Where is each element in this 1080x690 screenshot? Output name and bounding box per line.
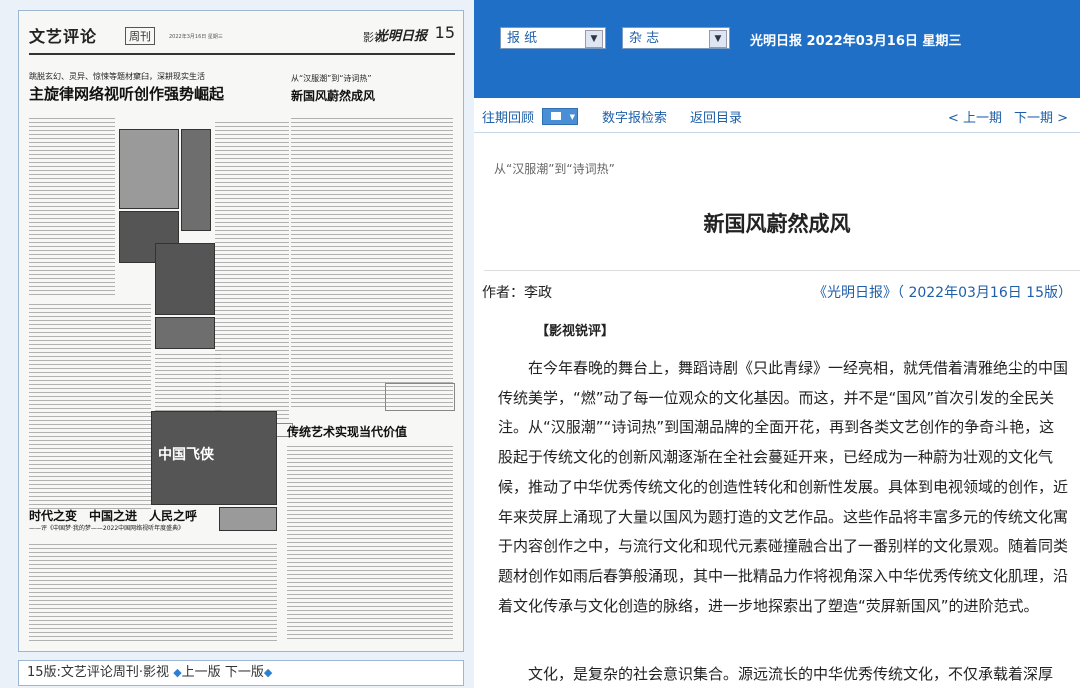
archive-link[interactable]: 往期回顾	[482, 107, 534, 126]
magazine-select[interactable]: 杂 志 ▼	[622, 27, 730, 49]
diamond-left-icon: ◆	[173, 666, 182, 679]
bottom-body-text	[29, 541, 277, 643]
article-title: 新国风蔚然成风	[703, 212, 851, 236]
prev-page-link[interactable]: 上一版	[182, 665, 221, 680]
lead-body-text	[29, 115, 115, 295]
page-label: 15版:文艺评论周刊·影视	[27, 665, 170, 680]
article: 从“汉服潮”到“诗词热” 新国风蔚然成风 作者：李政 《光明日报》（ 2022年…	[474, 132, 1080, 688]
prev-issue-link[interactable]: < 上一期	[948, 107, 1002, 126]
mid-body-text	[291, 115, 453, 407]
article-section: 【影视锐评】	[536, 324, 615, 339]
bottom-subheadline: ——评《中国梦·我的梦——2022中国网络视听年度盛典》	[29, 525, 185, 532]
paragraph-2: 文化，是复杂的社会意识集合。源远流长的中华优秀传统文化，不仅承载着深厚	[528, 665, 1054, 683]
lower-headline[interactable]: 传统艺术实现当代价值	[287, 423, 407, 440]
page-masthead: 文艺评论 周刊 2022年3月16日 星期三 影视 光明日报 15	[29, 19, 455, 55]
lead-body-text-2	[29, 301, 151, 509]
lead-body-text-4	[215, 119, 289, 419]
bottom-headline[interactable]: 时代之变 中国之进 人民之呼	[29, 507, 197, 524]
next-issue-link[interactable]: 下一期 >	[1014, 107, 1068, 126]
newspaper-select[interactable]: 报 纸 ▼	[500, 27, 606, 49]
lead-photo-5	[155, 317, 215, 349]
nav-row: 往期回顾 ▼ 数字报检索 返回目录 < 上一期 下一期 >	[474, 98, 1080, 133]
newspaper-pane: 文艺评论 周刊 2022年3月16日 星期三 影视 光明日报 15 跳脱玄幻、灵…	[0, 0, 474, 688]
lead-photo-3	[181, 129, 211, 231]
photo-caption: 中国飞侠	[158, 447, 214, 463]
page-nav-bar: 15版:文艺评论周刊·影视 ◆上一版 下一版◆	[18, 660, 464, 686]
newspaper-logo: 光明日报	[374, 29, 427, 44]
divider	[484, 270, 1080, 271]
mid-headline[interactable]: 新国风蔚然成风	[291, 87, 375, 104]
newspaper-page-image[interactable]: 文艺评论 周刊 2022年3月16日 星期三 影视 光明日报 15 跳脱玄幻、灵…	[18, 10, 464, 652]
article-kicker: 从“汉服潮”到“诗词热”	[494, 162, 615, 176]
next-page-link[interactable]: 下一版	[225, 665, 264, 680]
back-to-contents-link[interactable]: 返回目录	[690, 107, 742, 126]
article-author: 作者：李政	[482, 285, 552, 301]
digital-search-link[interactable]: 数字报检索	[602, 107, 667, 126]
mid-kicker: 从“汉服潮”到“诗词热”	[291, 74, 372, 83]
newspaper-select-value: 报 纸	[507, 31, 538, 46]
masthead-info: 2022年3月16日 星期三	[169, 34, 223, 40]
chevron-down-icon[interactable]: ▼	[585, 30, 603, 48]
lower-photo: 中国飞侠	[151, 411, 277, 505]
diamond-right-icon: ◆	[263, 666, 273, 679]
lead-photo-4	[155, 243, 215, 315]
lead-photo-1	[119, 129, 179, 209]
column-title: 文艺评论	[29, 27, 98, 46]
chevron-down-icon[interactable]: ▼	[709, 30, 727, 48]
issue-date: 光明日报 2022年03月16日 星期三	[750, 34, 962, 49]
article-source: 《光明日报》（ 2022年03月16日 15版）	[813, 285, 1072, 301]
lead-headline[interactable]: 主旋律网络视听创作强势崛起	[29, 83, 224, 104]
lower-body-text	[287, 443, 453, 639]
paragraph-1: 在今年春晚的舞台上，舞蹈诗剧《只此青绿》一经亮相，就凭借着清雅绝尘的中国传统美学…	[498, 359, 1069, 615]
page-number: 15	[434, 23, 455, 42]
calendar-icon[interactable]: ▼	[542, 108, 578, 125]
bottom-photo	[219, 507, 277, 531]
magazine-select-value: 杂 志	[629, 31, 660, 46]
mid-footnote-box	[385, 383, 455, 411]
lead-kicker: 跳脱玄幻、灵异、惊悚等题材窠臼，深耕现实生活	[29, 72, 205, 81]
column-sub: 周刊	[125, 27, 155, 45]
top-bar: 报 纸 ▼ 杂 志 ▼ 光明日报 2022年03月16日 星期三	[474, 0, 1080, 98]
